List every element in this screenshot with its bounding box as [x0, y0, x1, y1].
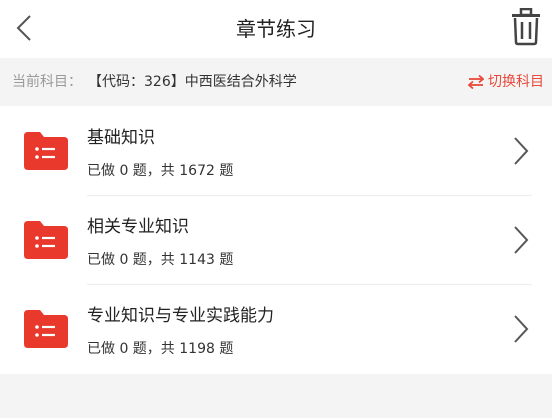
app-header: 章节练习 — [0, 0, 552, 58]
chapter-item[interactable]: 基础知识 已做 0 题，共 1672 题 — [0, 106, 552, 195]
chapter-title: 基础知识 — [87, 128, 155, 148]
folder-icon — [24, 132, 68, 170]
subject-name: 【代码：326】中西医结合外科学 — [88, 74, 297, 90]
delete-button[interactable] — [510, 7, 542, 46]
swap-icon — [468, 75, 484, 89]
subject-label: 当前科目： — [12, 74, 82, 90]
chapter-item[interactable]: 专业知识与专业实践能力 已做 0 题，共 1198 题 — [0, 284, 552, 373]
chapter-progress: 已做 0 题，共 1143 题 — [87, 252, 234, 268]
chevron-right-icon — [514, 315, 529, 343]
current-subject-bar: 当前科目： 【代码：326】中西医结合外科学 切换科目 — [0, 58, 552, 106]
switch-subject-label: 切换科目 — [488, 74, 544, 90]
page-title: 章节练习 — [236, 17, 316, 41]
switch-subject-button[interactable]: 切换科目 — [468, 58, 544, 106]
chapter-list: 基础知识 已做 0 题，共 1672 题 相关专业知识 已做 0 题，共 114… — [0, 106, 552, 374]
chapter-progress: 已做 0 题，共 1198 题 — [87, 341, 234, 357]
folder-icon — [24, 310, 68, 348]
chapter-item[interactable]: 相关专业知识 已做 0 题，共 1143 题 — [0, 195, 552, 284]
chapter-title: 相关专业知识 — [87, 217, 189, 237]
chevron-right-icon — [514, 137, 529, 165]
chevron-right-icon — [514, 226, 529, 254]
trash-icon — [512, 7, 540, 46]
chapter-progress: 已做 0 题，共 1672 题 — [87, 163, 234, 179]
folder-icon — [24, 221, 68, 259]
chapter-title: 专业知识与专业实践能力 — [87, 306, 274, 326]
